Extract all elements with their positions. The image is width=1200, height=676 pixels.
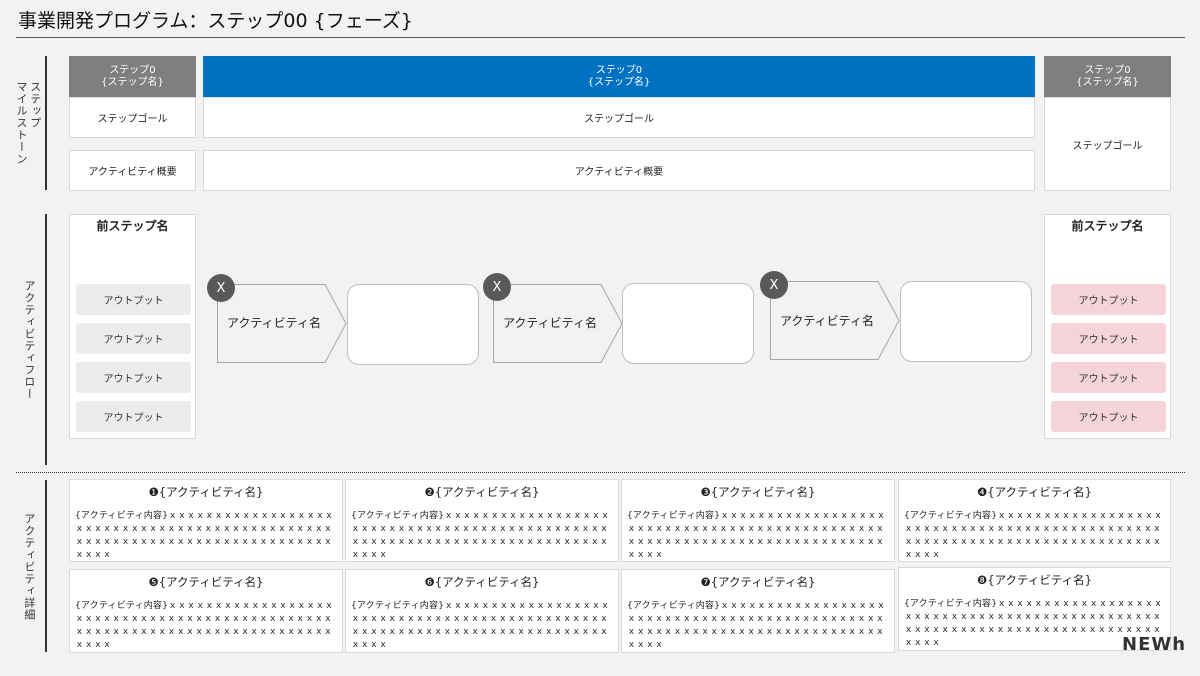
activity-name-3: アクティビティ名 bbox=[780, 314, 874, 328]
section-line-flow bbox=[45, 214, 47, 465]
prev-output-3[interactable]: アウトプット bbox=[76, 362, 191, 393]
milestone-center-summary[interactable]: アクティビティ概要 bbox=[203, 150, 1035, 191]
prev-output-2[interactable]: アウトプット bbox=[76, 323, 191, 354]
milestone-center-header: ステップ0 {ステップ名} bbox=[203, 56, 1035, 97]
activity-detail-title: ❽{アクティビティ名} bbox=[977, 573, 1092, 587]
activity-detail-body: {アクティビティ内容}ｘｘｘｘｘｘｘｘｘｘｘｘｘｘｘｘｘｘｘｘｘｘｘｘｘｘｘｘｘ… bbox=[627, 601, 886, 650]
milestone-left-step: ステップ0 bbox=[109, 64, 156, 76]
prev-step-panel: 前ステップ名 アウトプット アウトプット アウトプット アウトプット bbox=[69, 214, 196, 439]
activity-detail-body: {アクティビティ内容}ｘｘｘｘｘｘｘｘｘｘｘｘｘｘｘｘｘｘｘｘｘｘｘｘｘｘｘｘｘ… bbox=[75, 601, 334, 650]
next-step-title: 前ステップ名 bbox=[1071, 219, 1144, 233]
next-output-3[interactable]: アウトプット bbox=[1051, 362, 1166, 393]
activity-detail-body: {アクティビティ内容}ｘｘｘｘｘｘｘｘｘｘｘｘｘｘｘｘｘｘｘｘｘｘｘｘｘｘｘｘｘ… bbox=[627, 511, 886, 560]
section-label-milestone: ステップ マイルストーン bbox=[15, 81, 42, 165]
section-line-milestone bbox=[45, 56, 47, 190]
prev-step-title: 前ステップ名 bbox=[96, 219, 169, 233]
brand-logo: NEWh bbox=[1122, 634, 1187, 655]
activity-detail-body: {アクティビティ内容}ｘｘｘｘｘｘｘｘｘｘｘｘｘｘｘｘｘｘｘｘｘｘｘｘｘｘｘｘｘ… bbox=[75, 511, 334, 560]
milestone-center-step: ステップ0 bbox=[595, 64, 643, 76]
prev-output-1[interactable]: アウトプット bbox=[76, 284, 191, 315]
activity-detail-title: ❼{アクティビティ名} bbox=[700, 575, 816, 589]
milestone-right-goal[interactable]: ステップゴール bbox=[1044, 97, 1171, 191]
activity-detail-title: ❺{アクティビティ名} bbox=[148, 575, 264, 589]
activity-badge-1: X bbox=[207, 274, 235, 302]
milestone-left-goal[interactable]: ステップゴール bbox=[69, 97, 196, 138]
next-output-1[interactable]: アウトプット bbox=[1051, 284, 1166, 315]
activity-output-box-2[interactable] bbox=[622, 283, 754, 364]
section-divider bbox=[16, 472, 1185, 473]
section-label-detail: アクティビティ詳細 bbox=[22, 513, 36, 621]
activity-detail-title: ❷{アクティビティ名} bbox=[424, 485, 540, 499]
activity-detail-title: ❸{アクティビティ名} bbox=[700, 485, 816, 499]
milestone-left-header: ステップ0 {ステップ名} bbox=[69, 56, 196, 97]
milestone-center-goal[interactable]: ステップゴール bbox=[203, 97, 1035, 138]
activity-detail-body: {アクティビティ内容}ｘｘｘｘｘｘｘｘｘｘｘｘｘｘｘｘｘｘｘｘｘｘｘｘｘｘｘｘｘ… bbox=[351, 601, 610, 650]
milestone-left-summary[interactable]: アクティビティ概要 bbox=[69, 150, 196, 191]
activity-detail-4[interactable]: ❹{アクティビティ名} {アクティビティ内容}ｘｘｘｘｘｘｘｘｘｘｘｘｘｘｘｘｘ… bbox=[898, 479, 1171, 562]
milestone-right-name: {ステップ名} bbox=[1076, 76, 1139, 88]
milestone-right-step: ステップ0 bbox=[1084, 64, 1131, 76]
activity-detail-7[interactable]: ❼{アクティビティ名} {アクティビティ内容}ｘｘｘｘｘｘｘｘｘｘｘｘｘｘｘｘｘ… bbox=[621, 569, 895, 653]
activity-detail-title: ❶{アクティビティ名} bbox=[148, 485, 264, 499]
page-title: 事業開発プログラム：ステップ00 {フェーズ} bbox=[18, 10, 413, 32]
prev-output-4[interactable]: アウトプット bbox=[76, 401, 191, 432]
milestone-left-name: {ステップ名} bbox=[101, 76, 164, 88]
title-divider bbox=[16, 37, 1185, 38]
activity-detail-title: ❻{アクティビティ名} bbox=[424, 575, 540, 589]
activity-name-2: アクティビティ名 bbox=[503, 316, 597, 330]
activity-detail-1[interactable]: ❶{アクティビティ名} {アクティビティ内容}ｘｘｘｘｘｘｘｘｘｘｘｘｘｘｘｘｘ… bbox=[69, 479, 343, 562]
activity-detail-body: {アクティビティ内容}ｘｘｘｘｘｘｘｘｘｘｘｘｘｘｘｘｘｘｘｘｘｘｘｘｘｘｘｘｘ… bbox=[351, 511, 610, 560]
activity-detail-2[interactable]: ❷{アクティビティ名} {アクティビティ内容}ｘｘｘｘｘｘｘｘｘｘｘｘｘｘｘｘｘ… bbox=[345, 479, 619, 562]
next-output-4[interactable]: アウトプット bbox=[1051, 401, 1166, 432]
activity-badge-2: X bbox=[483, 273, 511, 301]
activity-output-box-3[interactable] bbox=[900, 281, 1032, 362]
activity-name-1: アクティビティ名 bbox=[227, 316, 321, 330]
activity-detail-title: ❹{アクティビティ名} bbox=[977, 485, 1092, 499]
activity-detail-body: {アクティビティ内容}ｘｘｘｘｘｘｘｘｘｘｘｘｘｘｘｘｘｘｘｘｘｘｘｘｘｘｘｘｘ… bbox=[904, 511, 1163, 560]
section-label-flow: アクティビティフロー bbox=[22, 280, 36, 400]
activity-detail-6[interactable]: ❻{アクティビティ名} {アクティビティ内容}ｘｘｘｘｘｘｘｘｘｘｘｘｘｘｘｘｘ… bbox=[345, 569, 619, 653]
next-step-panel: 前ステップ名 アウトプット アウトプット アウトプット アウトプット bbox=[1044, 214, 1171, 439]
milestone-center-name: {ステップ名} bbox=[587, 76, 651, 88]
activity-detail-5[interactable]: ❺{アクティビティ名} {アクティビティ内容}ｘｘｘｘｘｘｘｘｘｘｘｘｘｘｘｘｘ… bbox=[69, 569, 343, 653]
activity-detail-3[interactable]: ❸{アクティビティ名} {アクティビティ内容}ｘｘｘｘｘｘｘｘｘｘｘｘｘｘｘｘｘ… bbox=[621, 479, 895, 562]
section-line-detail bbox=[45, 480, 47, 652]
activity-badge-3: X bbox=[760, 271, 788, 299]
milestone-right-header: ステップ0 {ステップ名} bbox=[1044, 56, 1171, 97]
next-output-2[interactable]: アウトプット bbox=[1051, 323, 1166, 354]
activity-output-box-1[interactable] bbox=[347, 284, 479, 365]
